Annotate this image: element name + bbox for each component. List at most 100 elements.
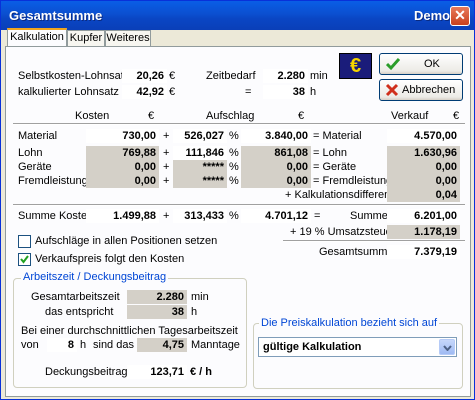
euro-icon: € [339, 53, 372, 79]
aufschlaege-checkbox[interactable] [18, 235, 31, 248]
demo-label: Demo [414, 8, 451, 23]
check-icon [386, 58, 400, 71]
verkaufspreis-label[interactable]: Verkaufspreis folgt den Kosten [35, 253, 184, 265]
arbeitszeit-title: Arbeitszeit / Deckungsbeitrag [21, 271, 169, 283]
dialog-window: Gesamtsumme Demo ✕ Kalkulation Kupfer We… [0, 0, 475, 400]
gesamtsumme-label: Gesamtsumme [319, 246, 394, 258]
checkmark-icon [20, 255, 29, 264]
gesamtsumme-value: 7.379,19 [387, 245, 460, 259]
summe-verkauf-value[interactable]: 6.201,00 [387, 209, 460, 223]
von-label: von [21, 339, 39, 351]
row-eq-lohn: = Lohn [313, 147, 347, 159]
summe-aufschlag-value[interactable]: 313,433 [173, 209, 227, 223]
row-eq-fremdleistung: = Fremdleistung [313, 175, 393, 187]
row-label-lohn: Lohn [18, 147, 43, 159]
row-label-geraete: Geräte [18, 161, 52, 173]
col-euro-1: € [148, 110, 155, 122]
row-aufschlag-fremdleistung: ***** [173, 174, 227, 188]
ust-label: + 19 % Umsatzsteuer [290, 226, 396, 238]
kalk-diff-label: + Kalkulationsdifferenz [285, 189, 396, 201]
row-verkauf-geraete: 0,00 [387, 160, 460, 174]
title-bar[interactable]: Gesamtsumme Demo ✕ [1, 1, 474, 30]
cancel-label: Abbrechen [402, 84, 456, 96]
summe-betrag-value: 4.701,12 [241, 209, 311, 223]
row-pct: % [229, 147, 239, 159]
row-plus: + [163, 175, 170, 187]
verkaufspreis-checkbox[interactable] [18, 253, 31, 266]
deckungsbeitrag-unit: € / h [190, 366, 213, 378]
preiskalkulation-selected: gültige Kalkulation [263, 341, 362, 353]
tab-weiteres[interactable]: Weiteres [105, 30, 151, 47]
stunden-value: 38 [263, 85, 308, 99]
selbstkosten-unit: € [169, 70, 176, 82]
row-kosten-fremdleistung: 0,00 [86, 174, 159, 188]
row-verkauf-material[interactable]: 4.570,00 [387, 129, 460, 143]
dropdown-button[interactable] [439, 339, 455, 355]
row-pct: % [229, 130, 239, 142]
ok-button[interactable]: OK [379, 53, 463, 75]
col-aufschlag: Aufschlag [206, 110, 255, 122]
summe-eq: = [314, 210, 321, 222]
row-pct: % [229, 161, 239, 173]
row-betrag-lohn: 861,08 [241, 146, 311, 160]
zeitbedarf-value: 2.280 [263, 69, 308, 83]
summe-pct: % [229, 210, 239, 222]
row-betrag-geraete: 0,00 [241, 160, 311, 174]
zeitbedarf-label: Zeitbedarf [206, 70, 256, 82]
gesamtarbeitszeit-value: 2.280 [127, 290, 187, 304]
gesamtarbeitszeit-unit: min [191, 291, 209, 303]
preiskalkulation-select[interactable]: gültige Kalkulation [258, 337, 457, 357]
deckungsbeitrag-label: Deckungsbeitrag [45, 366, 128, 378]
row-aufschlag-lohn[interactable]: 111,846 [173, 146, 227, 160]
euro-glyph: € [349, 55, 362, 77]
row-betrag-material[interactable]: 3.840,00 [241, 129, 311, 143]
row-kosten-material[interactable]: 730,00 [86, 129, 159, 143]
tab-kalkulation[interactable]: Kalkulation [7, 28, 67, 47]
row-eq-geraete: = Geräte [313, 161, 357, 173]
row-aufschlag-geraete: ***** [173, 160, 227, 174]
row-verkauf-fremdleistung: 0,00 [387, 174, 460, 188]
chevron-down-icon [443, 345, 452, 351]
aufschlaege-label[interactable]: Aufschläge in allen Positionen setzen [35, 235, 217, 247]
row-eq-material: = Material [313, 130, 362, 142]
row-label-fremdleistung: Fremdleistung [18, 175, 88, 187]
manntage-value: 4,75 [137, 338, 187, 352]
gesamtarbeitszeit-label: Gesamtarbeitszeit [31, 291, 120, 303]
row-plus: + [163, 147, 170, 159]
row-pct: % [229, 175, 239, 187]
col-euro-3: € [453, 110, 460, 122]
tab-kupfer[interactable]: Kupfer [67, 30, 105, 47]
ok-label: OK [424, 58, 440, 70]
tagesarbeitszeit-text: Bei einer durchschnittlichen Tagesarbeit… [21, 325, 238, 337]
col-verkauf: Verkauf [391, 110, 429, 122]
tagesarbeitszeit-input[interactable]: 8 [47, 338, 77, 352]
row-verkauf-lohn: 1.630,96 [387, 146, 460, 160]
row-kosten-geraete: 0,00 [86, 160, 159, 174]
close-button[interactable]: ✕ [450, 6, 470, 26]
x-icon [385, 83, 399, 97]
zeitbedarf-unit: min [310, 70, 328, 82]
ust-value: 1.178,19 [387, 225, 460, 239]
sum-separator [13, 204, 465, 206]
kalk-lohnsatz-unit: € [169, 86, 176, 98]
row-betrag-fremdleistung: 0,00 [241, 174, 311, 188]
kalk-lohnsatz-label: kalkulierter Lohnsatz [18, 86, 119, 98]
stunden-unit: h [310, 86, 317, 98]
cancel-button[interactable]: Abbrechen [379, 79, 463, 101]
summe-label: Summe [350, 210, 388, 222]
window-title: Gesamtsumme [9, 8, 103, 23]
equals-sign: = [245, 86, 252, 98]
manntage-unit: Manntage [191, 339, 240, 351]
preiskalkulation-title: Die Preiskalkulation bezieht sich auf [259, 317, 440, 329]
row-label-material: Material [18, 130, 58, 142]
von-unit: h [80, 339, 87, 351]
kalk-lohnsatz-value: 42,92 [122, 85, 167, 99]
selbstkosten-label: Selbstkosten-Lohnsatz [18, 70, 130, 82]
row-plus: + [163, 130, 170, 142]
entspricht-label: das entspricht [45, 306, 114, 318]
summe-plus: + [163, 210, 170, 222]
row-aufschlag-material[interactable]: 526,027 [173, 129, 227, 143]
entspricht-unit: h [191, 306, 198, 318]
entspricht-value: 38 [127, 305, 187, 319]
kalk-diff-value: 0,04 [387, 188, 460, 202]
